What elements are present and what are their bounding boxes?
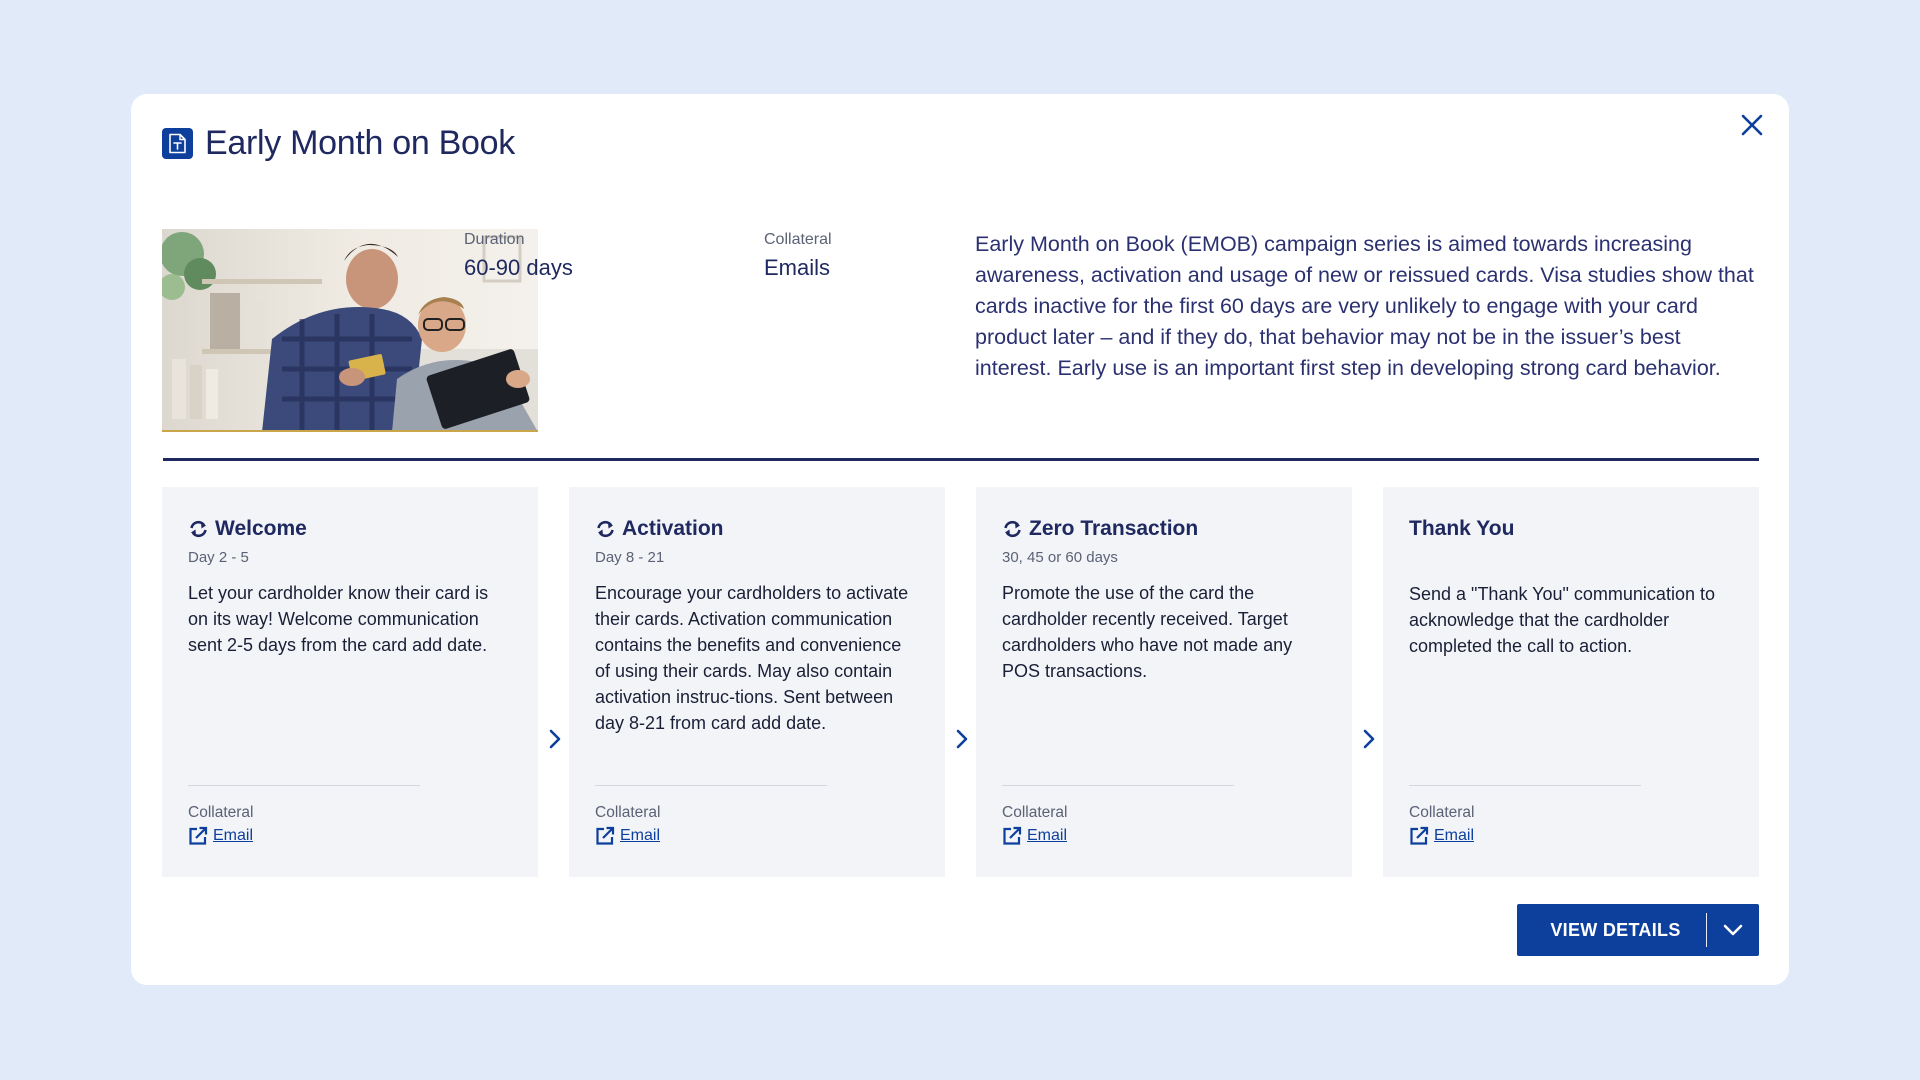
external-link-icon — [1410, 826, 1429, 845]
email-link-label[interactable]: Email — [1434, 827, 1474, 845]
external-link-icon — [189, 826, 208, 845]
step-body: Send a "Thank You" communication to ackn… — [1409, 584, 1715, 656]
chevron-right-icon — [952, 726, 972, 752]
view-details-button[interactable]: VIEW DETAILS — [1517, 904, 1759, 956]
duration-meta: Duration 60-90 days — [464, 231, 573, 281]
refresh-icon — [597, 520, 614, 538]
step-title: Activation — [622, 517, 724, 540]
card-rule — [188, 785, 420, 786]
step-card-welcome: Welcome Day 2 - 5 Let your cardholder kn… — [162, 487, 538, 877]
external-link-icon — [596, 826, 615, 845]
duration-label: Duration — [464, 231, 525, 248]
step-collateral-label: Collateral — [1002, 804, 1068, 821]
button-separator — [1706, 913, 1707, 947]
collateral-value: Emails — [764, 255, 831, 280]
step-day: Day 2 - 5 — [188, 549, 249, 566]
chevron-down-icon[interactable] — [1707, 904, 1759, 956]
step-title: Thank You — [1409, 517, 1515, 540]
section-divider — [163, 458, 1759, 461]
modal-header: Early Month on Book — [162, 124, 515, 163]
step-collateral-label: Collateral — [188, 804, 254, 821]
email-link[interactable]: Email — [1409, 826, 1474, 846]
step-title: Zero Transaction — [1029, 517, 1199, 540]
step-body: Promote the use of the card the cardhold… — [1002, 583, 1293, 681]
step-day: 30, 45 or 60 days — [1002, 549, 1118, 566]
refresh-icon — [1004, 520, 1021, 538]
card-rule — [595, 785, 827, 786]
email-link[interactable]: Email — [1002, 826, 1067, 846]
page-title: Early Month on Book — [205, 124, 515, 162]
step-body: Let your cardholder know their card is o… — [188, 583, 489, 655]
view-details-label: VIEW DETAILS — [1550, 919, 1681, 940]
step-day — [1409, 549, 1733, 567]
campaign-description: Early Month on Book (EMOB) campaign seri… — [975, 232, 1754, 380]
card-rule — [1409, 785, 1641, 786]
external-link-icon — [1003, 826, 1022, 845]
email-link-label[interactable]: Email — [1027, 827, 1067, 845]
refresh-icon — [190, 520, 207, 538]
step-collateral-label: Collateral — [1409, 804, 1475, 821]
email-link-label[interactable]: Email — [620, 827, 660, 845]
card-rule — [1002, 785, 1234, 786]
campaign-modal: Early Month on Book Duration 60-90 days … — [131, 94, 1789, 985]
document-icon — [162, 128, 193, 159]
step-card-thank-you: Thank You Send a "Thank You" communicati… — [1383, 487, 1759, 877]
step-card-zero-transaction: Zero Transaction 30, 45 or 60 days Promo… — [976, 487, 1352, 877]
email-link[interactable]: Email — [188, 826, 253, 846]
email-link[interactable]: Email — [595, 826, 660, 846]
collateral-meta: Collateral Emails — [764, 231, 832, 281]
step-card-activation: Activation Day 8 - 21 Encourage your car… — [569, 487, 945, 877]
step-collateral-label: Collateral — [595, 804, 661, 821]
chevron-right-icon — [1359, 726, 1379, 752]
step-body: Encourage your cardholders to activate t… — [595, 583, 909, 733]
close-icon — [1741, 114, 1763, 136]
chevron-right-icon — [545, 726, 565, 752]
close-button[interactable] — [1735, 108, 1769, 142]
collateral-label: Collateral — [764, 231, 832, 248]
email-link-label[interactable]: Email — [213, 827, 253, 845]
duration-value: 60-90 days — [464, 255, 573, 280]
step-title: Welcome — [215, 517, 307, 540]
step-day: Day 8 - 21 — [595, 549, 665, 566]
